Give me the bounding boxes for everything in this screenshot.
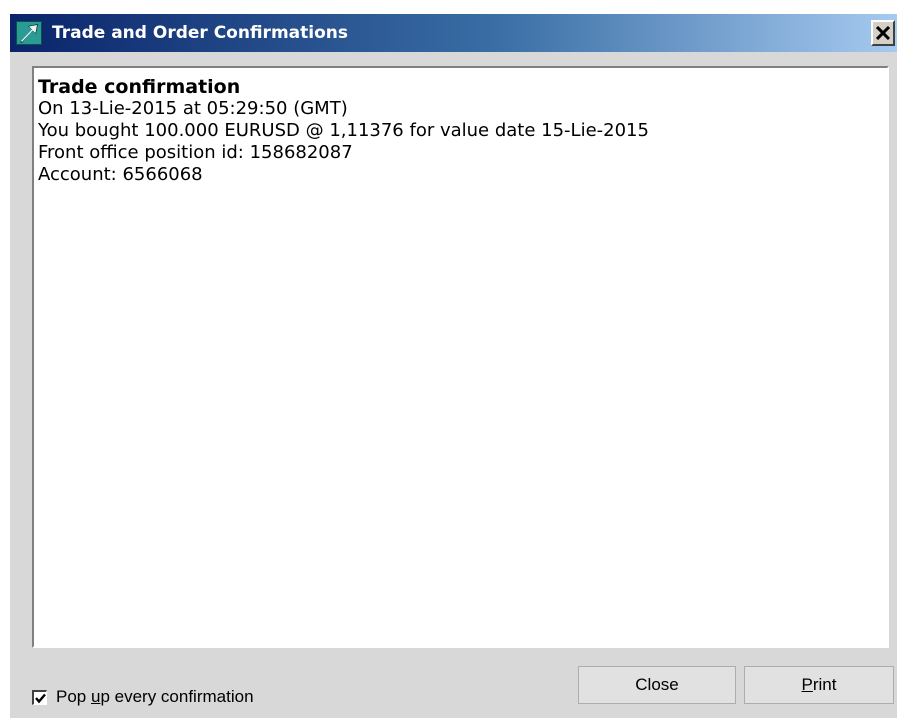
confirmation-date-line: On 13-Lie-2015 at 05:29:50 (GMT): [38, 98, 348, 119]
confirmation-account-line: Account: 6566068: [38, 164, 203, 185]
arrow-up-right-icon: [16, 21, 42, 45]
confirmation-heading: Trade confirmation: [38, 76, 241, 98]
confirmation-dialog: Trade and Order Confirmations Trade conf…: [10, 14, 897, 718]
checkmark-icon: [35, 693, 46, 703]
popup-every-confirmation-checkbox[interactable]: Pop up every confirmation: [32, 686, 254, 708]
confirmation-text-area[interactable]: Trade confirmation On 13-Lie-2015 at 05:…: [32, 66, 889, 648]
print-button[interactable]: Print: [744, 666, 894, 704]
checkbox-label: Pop up every confirmation: [56, 687, 254, 706]
window-title: Trade and Order Confirmations: [52, 23, 348, 43]
checkbox-box[interactable]: [32, 689, 47, 705]
confirmation-trade-line: You bought 100.000 EURUSD @ 1,11376 for …: [38, 120, 649, 141]
title-bar[interactable]: Trade and Order Confirmations: [10, 14, 897, 52]
close-button[interactable]: Close: [578, 666, 736, 704]
close-icon[interactable]: [871, 20, 895, 46]
confirmation-position-line: Front office position id: 158682087: [38, 142, 353, 163]
